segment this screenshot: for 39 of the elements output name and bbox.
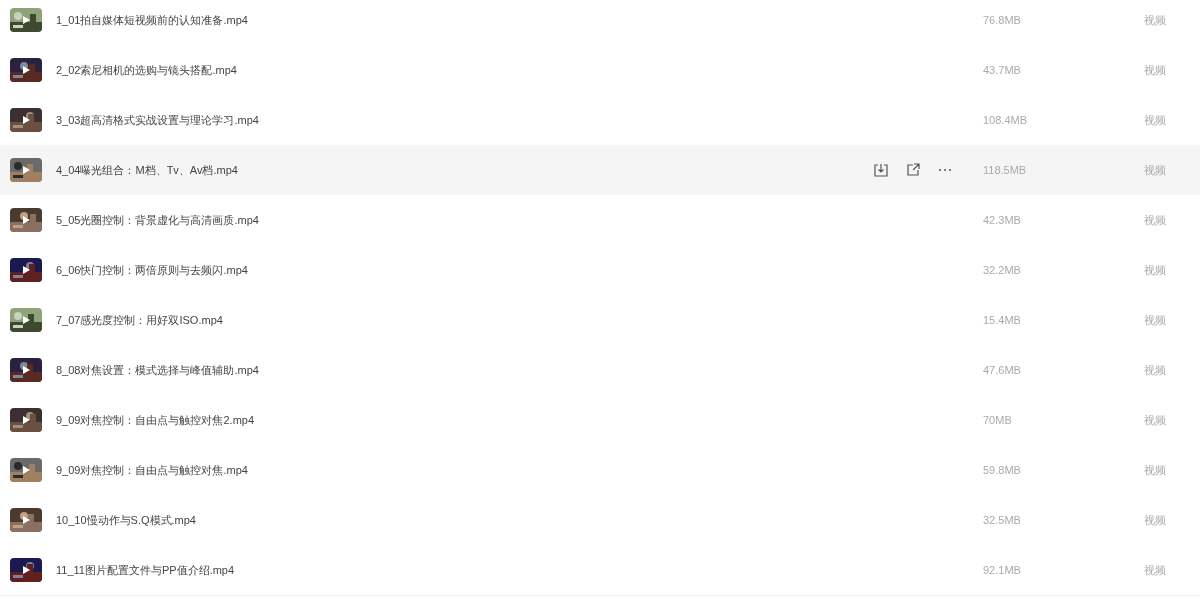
file-type: 视频: [1144, 162, 1167, 178]
file-size: 108.4MB: [983, 112, 1029, 128]
file-name: 4_04曝光组合：M档、Tv、Av档.mp4: [56, 162, 239, 178]
download-icon[interactable]: [873, 162, 889, 178]
file-name: 6_06快门控制：两倍原则与去频闪.mp4: [56, 262, 249, 278]
file-name: 1_01拍自媒体短视频前的认知准备.mp4: [56, 12, 249, 28]
file-name: 2_02索尼相机的选购与镜头搭配.mp4: [56, 62, 238, 78]
file-size: 70MB: [983, 412, 1013, 428]
file-type: 视频: [1144, 512, 1167, 528]
file-size: 32.5MB: [983, 512, 1022, 528]
file-name: 9_09对焦控制：自由点与触控对焦2.mp4: [56, 412, 256, 428]
file-type: 视频: [1144, 62, 1167, 78]
file-type: 视频: [1144, 12, 1167, 28]
file-type: 视频: [1144, 212, 1167, 228]
file-name: 5_05光圈控制：背景虚化与高清画质.mp4: [56, 212, 260, 228]
file-row[interactable]: 4_04曝光组合：M档、Tv、Av档.mp4 118.5MB 视频: [0, 145, 1200, 195]
file-type: 视频: [1144, 562, 1167, 578]
file-name: 9_09对焦控制：自由点与触控对焦.mp4: [56, 462, 249, 478]
file-size: 15.4MB: [983, 312, 1022, 328]
file-name: 8_08对焦设置：模式选择与峰值辅助.mp4: [56, 362, 260, 378]
file-name: 10_10慢动作与S.Q模式.mp4: [56, 512, 197, 528]
file-size: 47.6MB: [983, 362, 1022, 378]
share-icon[interactable]: [905, 162, 921, 178]
file-type: 视频: [1144, 262, 1167, 278]
file-type: 视频: [1144, 312, 1167, 328]
file-size: 42.3MB: [983, 212, 1022, 228]
file-type: 视频: [1144, 112, 1167, 128]
file-size: 59.8MB: [983, 462, 1022, 478]
file-size: 118.5MB: [983, 162, 1028, 178]
file-name: 11_11图片配置文件与PP值介绍.mp4: [56, 562, 236, 578]
file-type: 视频: [1144, 362, 1167, 378]
file-type: 视频: [1144, 462, 1167, 478]
file-name: 3_03超高清格式实战设置与理论学习.mp4: [56, 112, 260, 128]
file-size: 43.7MB: [983, 62, 1022, 78]
file-size: 32.2MB: [983, 262, 1022, 278]
file-type: 视频: [1144, 412, 1167, 428]
file-size: 92.1MB: [983, 562, 1022, 578]
file-name: 7_07感光度控制：用好双ISO.mp4: [56, 312, 224, 328]
file-size: 76.8MB: [983, 12, 1022, 28]
